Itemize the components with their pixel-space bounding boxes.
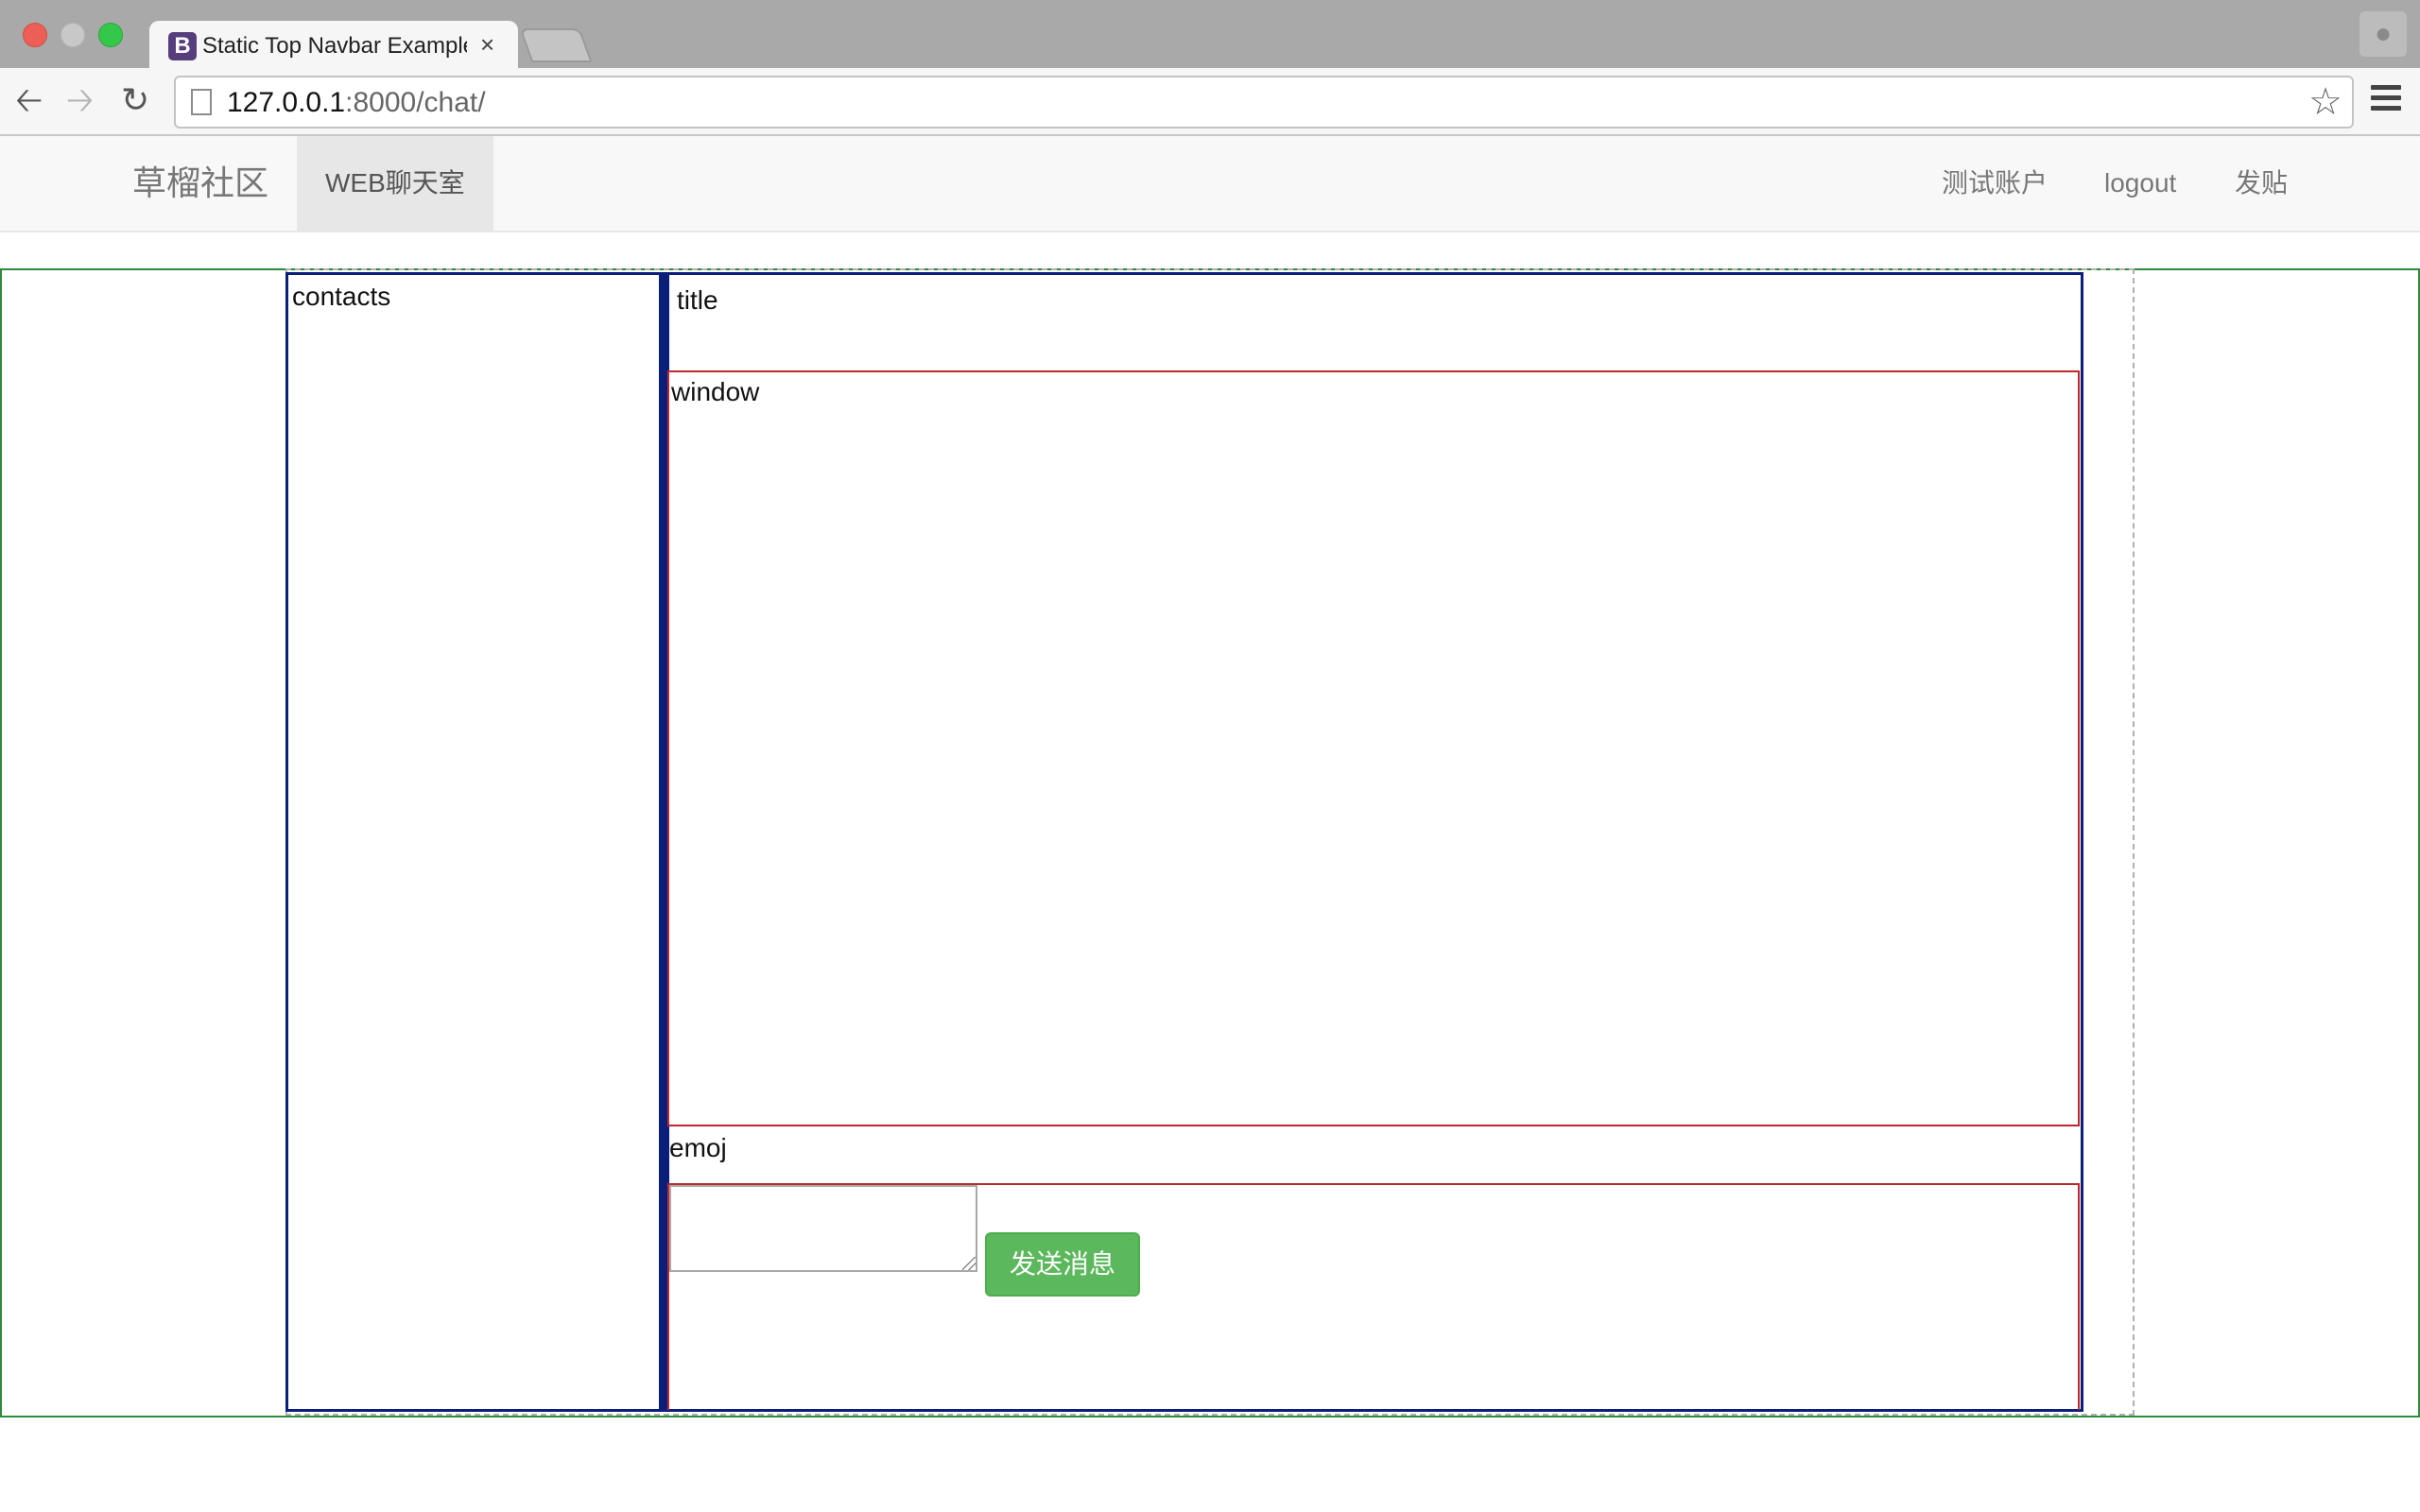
site-navbar: 草榴社区 WEB聊天室 测试账户 logout 发贴: [0, 136, 2420, 232]
star-icon[interactable]: ☆: [2308, 83, 2342, 121]
tab-title: Static Top Navbar Example: [202, 33, 467, 59]
contacts-panel: contacts: [285, 272, 662, 1412]
chat-title-label: title: [677, 285, 718, 315]
profile-icon[interactable]: ●: [2360, 11, 2407, 57]
nav-item-logout[interactable]: logout: [2104, 164, 2176, 202]
menu-icon[interactable]: [2371, 85, 2401, 116]
forward-arrow-icon[interactable]: 🡢: [66, 81, 94, 119]
browser-toolbar: 🡠 🡢 ↻ 127.0.0.1:8000/chat/ ☆: [0, 68, 2420, 136]
back-arrow-icon[interactable]: 🡠: [15, 81, 43, 119]
nav-item-web-chatroom[interactable]: WEB聊天室: [297, 136, 493, 231]
send-message-button[interactable]: 发送消息: [985, 1232, 1140, 1297]
tab-close-icon[interactable]: ×: [480, 30, 494, 59]
bootstrap-favicon-icon: B: [168, 32, 197, 60]
nav-item-new-post[interactable]: 发贴: [2235, 164, 2288, 202]
resize-handle-icon[interactable]: [962, 1257, 976, 1270]
navbar-brand[interactable]: 草榴社区: [132, 163, 268, 204]
address-bar[interactable]: 127.0.0.1:8000/chat/ ☆: [174, 76, 2354, 129]
browser-tab-strip: B Static Top Navbar Example × ●: [0, 0, 2420, 68]
url-text[interactable]: 127.0.0.1:8000/chat/: [227, 87, 486, 119]
new-tab-button[interactable]: [519, 28, 593, 62]
nav-item-label: WEB聊天室: [325, 168, 465, 198]
window-label: window: [671, 377, 760, 406]
window-close-icon[interactable]: [23, 23, 47, 47]
url-path: :8000/chat/: [345, 87, 486, 118]
window-minimize-icon[interactable]: [60, 23, 85, 47]
emoji-label: emoj: [669, 1133, 727, 1162]
nav-item-test-account[interactable]: 测试账户: [1942, 164, 2048, 202]
contacts-label: contacts: [292, 282, 391, 311]
message-window: window: [667, 370, 2080, 1126]
window-zoom-icon[interactable]: [98, 23, 123, 47]
reload-icon[interactable]: ↻: [121, 81, 149, 119]
page-icon: [191, 89, 212, 115]
message-textarea[interactable]: [669, 1185, 977, 1272]
url-host: 127.0.0.1: [227, 87, 346, 118]
browser-tab-active[interactable]: B Static Top Navbar Example ×: [149, 21, 518, 68]
